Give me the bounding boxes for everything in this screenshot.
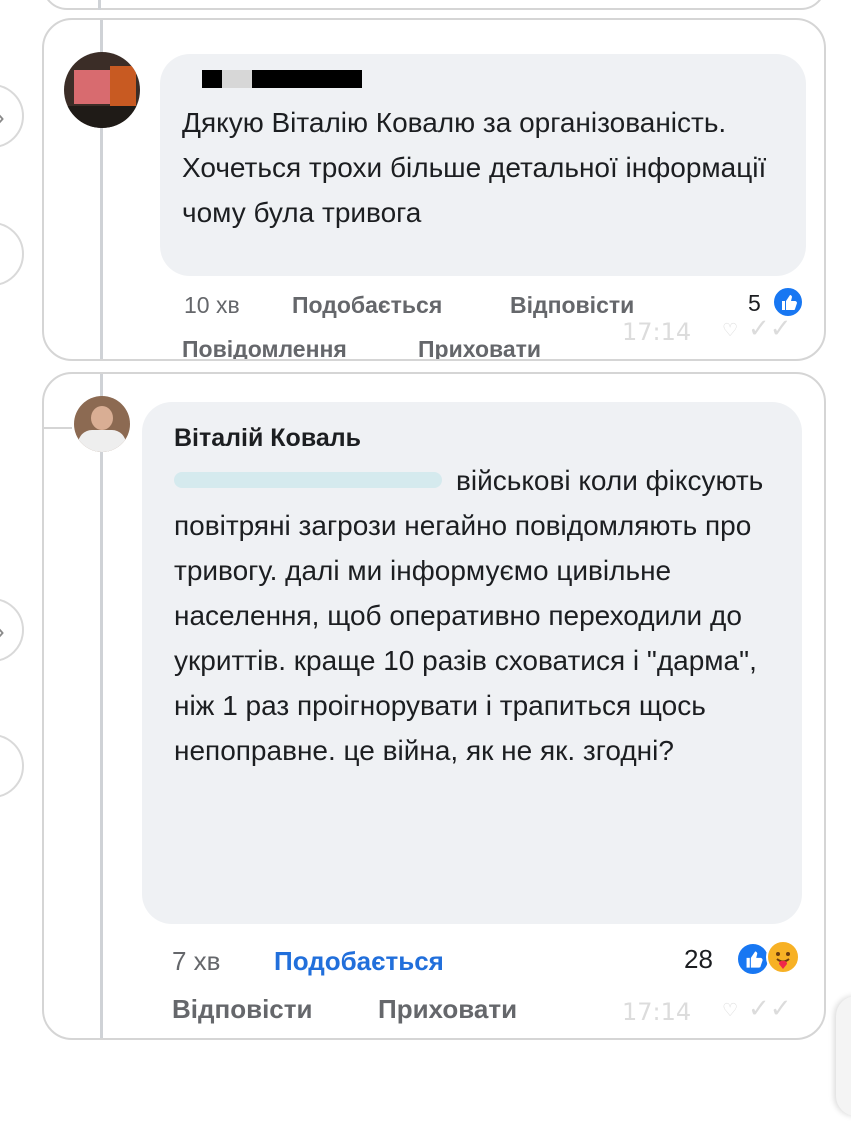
thread-branch (44, 427, 72, 429)
double-check-icon: ✓✓ (748, 314, 792, 344)
comment-card: Віталій Коваль військові коли фіксують п… (42, 372, 826, 1040)
reaction-count[interactable]: 5 (748, 290, 761, 317)
side-nav-button[interactable] (0, 222, 24, 286)
chevron-right-icon: › (0, 616, 5, 647)
message-timestamp: 17:14 (622, 318, 692, 346)
previous-card (42, 0, 826, 10)
hide-button[interactable]: Приховати (378, 994, 517, 1025)
avatar[interactable] (74, 396, 130, 452)
message-timestamp: 17:14 (622, 998, 692, 1026)
reply-button[interactable]: Відповісти (510, 292, 634, 319)
side-nav-button[interactable]: › (0, 598, 24, 662)
comment-time[interactable]: 7 хв (172, 946, 221, 977)
hide-button[interactable]: Приховати (418, 336, 541, 359)
side-nav-button[interactable]: › (0, 84, 24, 148)
heart-icon: ♡ (722, 1000, 739, 1021)
comment-text: Дякую Віталію Ковалю за організованість.… (182, 107, 767, 228)
reply-button[interactable]: Відповісти (172, 994, 312, 1025)
redacted-author-name (222, 70, 252, 88)
avatar[interactable] (64, 52, 140, 128)
comment-time[interactable]: 10 хв (184, 292, 240, 319)
comment-bubble: Віталій Коваль військові коли фіксують п… (142, 402, 802, 924)
redacted-author-name (252, 70, 362, 88)
message-button[interactable]: Повідомлення (182, 336, 347, 359)
care-reaction-icon (766, 940, 800, 974)
thread-line (100, 374, 103, 1038)
comment-card: Дякую Віталію Ковалю за організованість.… (42, 18, 826, 361)
comment-text: військові коли фіксують повітряні загроз… (174, 465, 764, 766)
comment-author[interactable]: Віталій Коваль (174, 424, 361, 453)
right-edge-button[interactable] (836, 996, 851, 1116)
like-button[interactable]: Подобається (292, 292, 442, 319)
side-nav-button[interactable] (0, 734, 24, 798)
redacted-author-name (202, 70, 222, 88)
chevron-right-icon: › (0, 102, 5, 133)
double-check-icon: ✓✓ (748, 994, 792, 1024)
thread-line-top (98, 0, 101, 10)
heart-icon: ♡ (722, 320, 739, 341)
comment-bubble: Дякую Віталію Ковалю за організованість.… (160, 54, 806, 276)
like-reaction-icon (736, 942, 770, 976)
like-button[interactable]: Подобається (274, 946, 444, 977)
reaction-count[interactable]: 28 (684, 944, 713, 975)
